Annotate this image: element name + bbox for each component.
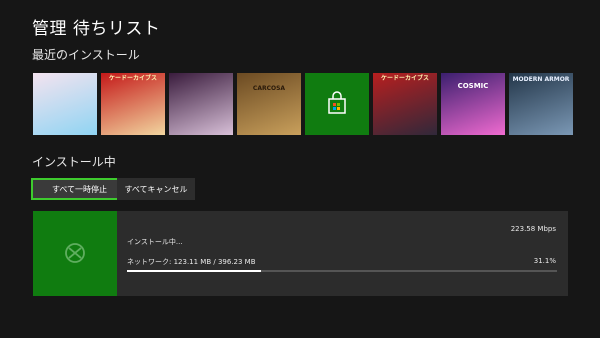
recent-tile-5[interactable] (305, 73, 369, 135)
game-thumbnail (33, 211, 117, 296)
tile-caption: ケードーカイブス (380, 75, 429, 82)
install-status: インストール中... (127, 238, 183, 246)
tile-caption: COSMIC (457, 82, 489, 90)
tile-caption: CARCOSA (252, 85, 286, 92)
progress-bar (127, 270, 557, 272)
install-item[interactable]: インストール中... 223.58 Mbps ネットワーク: 123.11 MB… (33, 211, 568, 296)
recent-installs-row: ケードーカイブス CARCOSA ケードーカイブス COSMIC MODERN … (33, 73, 573, 135)
cancel-all-button[interactable]: すべてキャンセル (117, 178, 195, 200)
recent-tile-8[interactable]: MODERN ARMOR (509, 73, 573, 135)
tile-caption: ケードーカイブス (108, 75, 157, 82)
recent-tile-6[interactable]: ケードーカイブス (373, 73, 437, 135)
network-progress-text: ネットワーク: 123.11 MB / 396.23 MB (127, 258, 256, 266)
recent-tile-2[interactable]: ケードーカイブス (101, 73, 165, 135)
installing-heading: インストール中 (32, 155, 116, 169)
pause-all-button[interactable]: すべて一時停止 (31, 178, 128, 200)
recent-tile-3[interactable] (169, 73, 233, 135)
tile-caption: MODERN ARMOR (512, 76, 570, 83)
progress-bar-fill (127, 270, 261, 272)
store-bag-icon (328, 91, 346, 114)
recent-tile-7[interactable]: COSMIC (441, 73, 505, 135)
recent-installs-heading: 最近のインストール (32, 48, 140, 62)
download-speed: 223.58 Mbps (510, 225, 556, 233)
xbox-logo-icon (65, 243, 85, 263)
recent-tile-4[interactable]: CARCOSA (237, 73, 301, 135)
progress-percent: 31.1% (533, 257, 556, 265)
recent-tile-1[interactable] (33, 73, 97, 135)
page-title: 管理 待ちリスト (32, 19, 161, 39)
